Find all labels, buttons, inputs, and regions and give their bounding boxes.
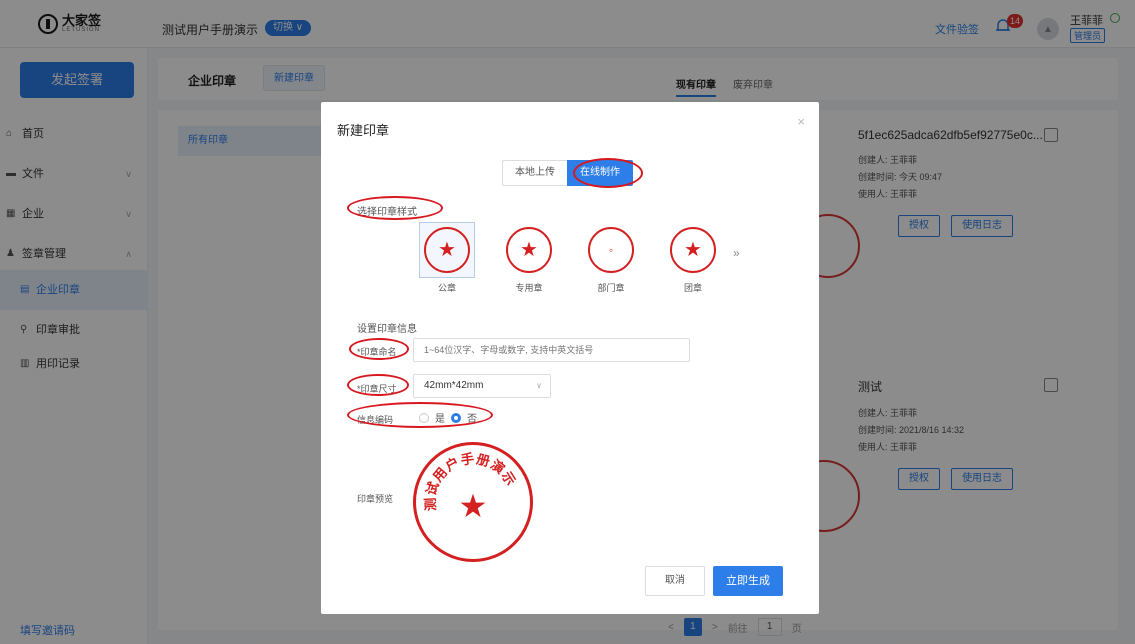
seal-style-name: 专用章 bbox=[515, 283, 543, 293]
new-seal-dialog: 新建印章 × 本地上传 在线制作 选择印章样式 ★ 公章 ★ 专用章 ◦ 部门章… bbox=[321, 102, 819, 614]
more-styles-icon[interactable]: » bbox=[733, 246, 740, 260]
seal-info-label: 设置印章信息 bbox=[357, 324, 417, 335]
seal-style-option[interactable]: ★ 专用章 bbox=[498, 222, 560, 294]
encode-yes-radio[interactable] bbox=[419, 412, 429, 423]
dialog-title: 新建印章 bbox=[337, 123, 390, 138]
cancel-button[interactable]: 取消 bbox=[645, 566, 705, 596]
seal-style-name: 部门章 bbox=[597, 283, 625, 293]
seal-preview-graphic: 测试用户手册演示 ★ bbox=[422, 450, 518, 525]
annotation-ellipse bbox=[347, 374, 409, 396]
seal-size-select[interactable]: 42mm*42mm ∨ bbox=[413, 374, 551, 398]
generate-button[interactable]: 立即生成 bbox=[713, 566, 783, 596]
annotation-ellipse bbox=[349, 338, 409, 360]
seal-style-option[interactable]: ◦ 部门章 bbox=[580, 222, 642, 294]
encode-no-label: 否 bbox=[467, 414, 477, 425]
seal-style-image: ★ bbox=[501, 222, 557, 278]
seal-style-image: ★ bbox=[665, 222, 721, 278]
seal-style-name: 公章 bbox=[437, 283, 456, 293]
annotation-ellipse bbox=[347, 196, 443, 220]
info-encode-radio-group: 是 否 bbox=[419, 410, 477, 425]
seal-style-name: 团章 bbox=[683, 283, 702, 293]
annotation-ellipse bbox=[573, 158, 643, 188]
seal-style-list: ★ 公章 ★ 专用章 ◦ 部门章 ★ 团章 bbox=[416, 222, 724, 294]
seal-star-icon: ★ bbox=[459, 487, 488, 525]
close-icon[interactable]: × bbox=[797, 114, 805, 129]
encode-no-radio[interactable] bbox=[451, 412, 461, 423]
seal-style-image: ★ bbox=[419, 222, 475, 278]
encode-yes-label: 是 bbox=[435, 414, 445, 425]
seal-star-icon: ★ bbox=[424, 227, 470, 273]
seal-star-icon: ★ bbox=[506, 227, 552, 273]
seal-star-icon: ★ bbox=[670, 227, 716, 273]
seal-preview-image: 测试用户手册演示 ★ bbox=[413, 442, 533, 562]
seal-size-value: 42mm*42mm bbox=[424, 380, 484, 391]
seal-star-icon: ◦ bbox=[588, 227, 634, 273]
seal-name-input[interactable] bbox=[413, 338, 690, 362]
seal-style-option[interactable]: ★ 团章 bbox=[662, 222, 724, 294]
seal-style-option[interactable]: ★ 公章 bbox=[416, 222, 478, 294]
chevron-down-icon: ∨ bbox=[536, 381, 542, 390]
local-upload-tab[interactable]: 本地上传 bbox=[502, 160, 567, 186]
seal-style-image: ◦ bbox=[583, 222, 639, 278]
seal-preview-label: 印章预览 bbox=[357, 494, 394, 504]
